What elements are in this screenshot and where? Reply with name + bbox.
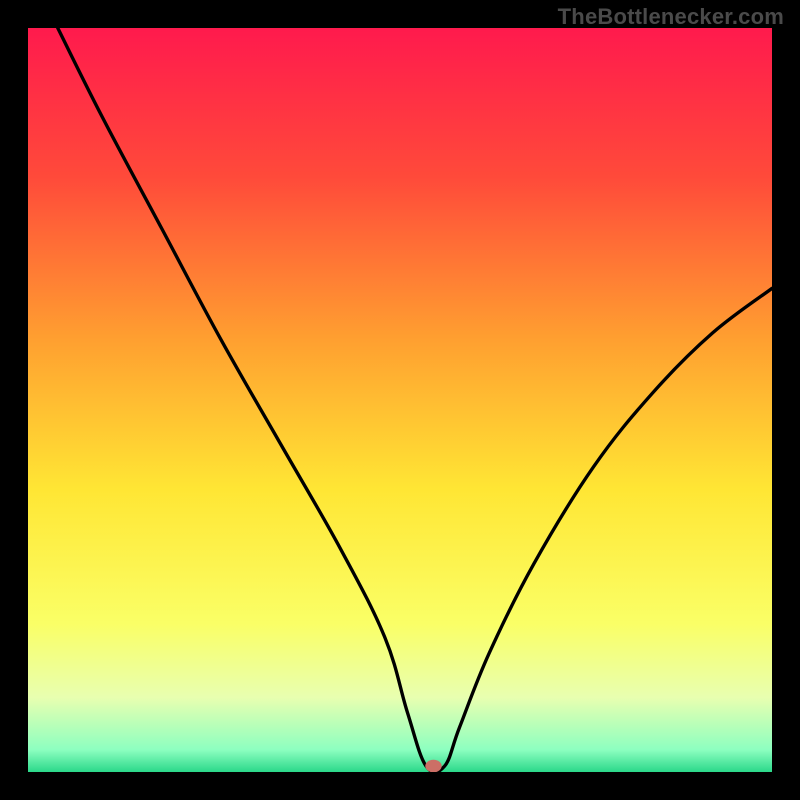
curve-overlay <box>28 28 772 772</box>
optimal-marker <box>425 760 441 772</box>
chart-frame: TheBottlenecker.com <box>0 0 800 800</box>
plot-area <box>28 28 772 772</box>
brand-watermark: TheBottlenecker.com <box>558 4 784 30</box>
bottleneck-curve <box>58 28 772 772</box>
